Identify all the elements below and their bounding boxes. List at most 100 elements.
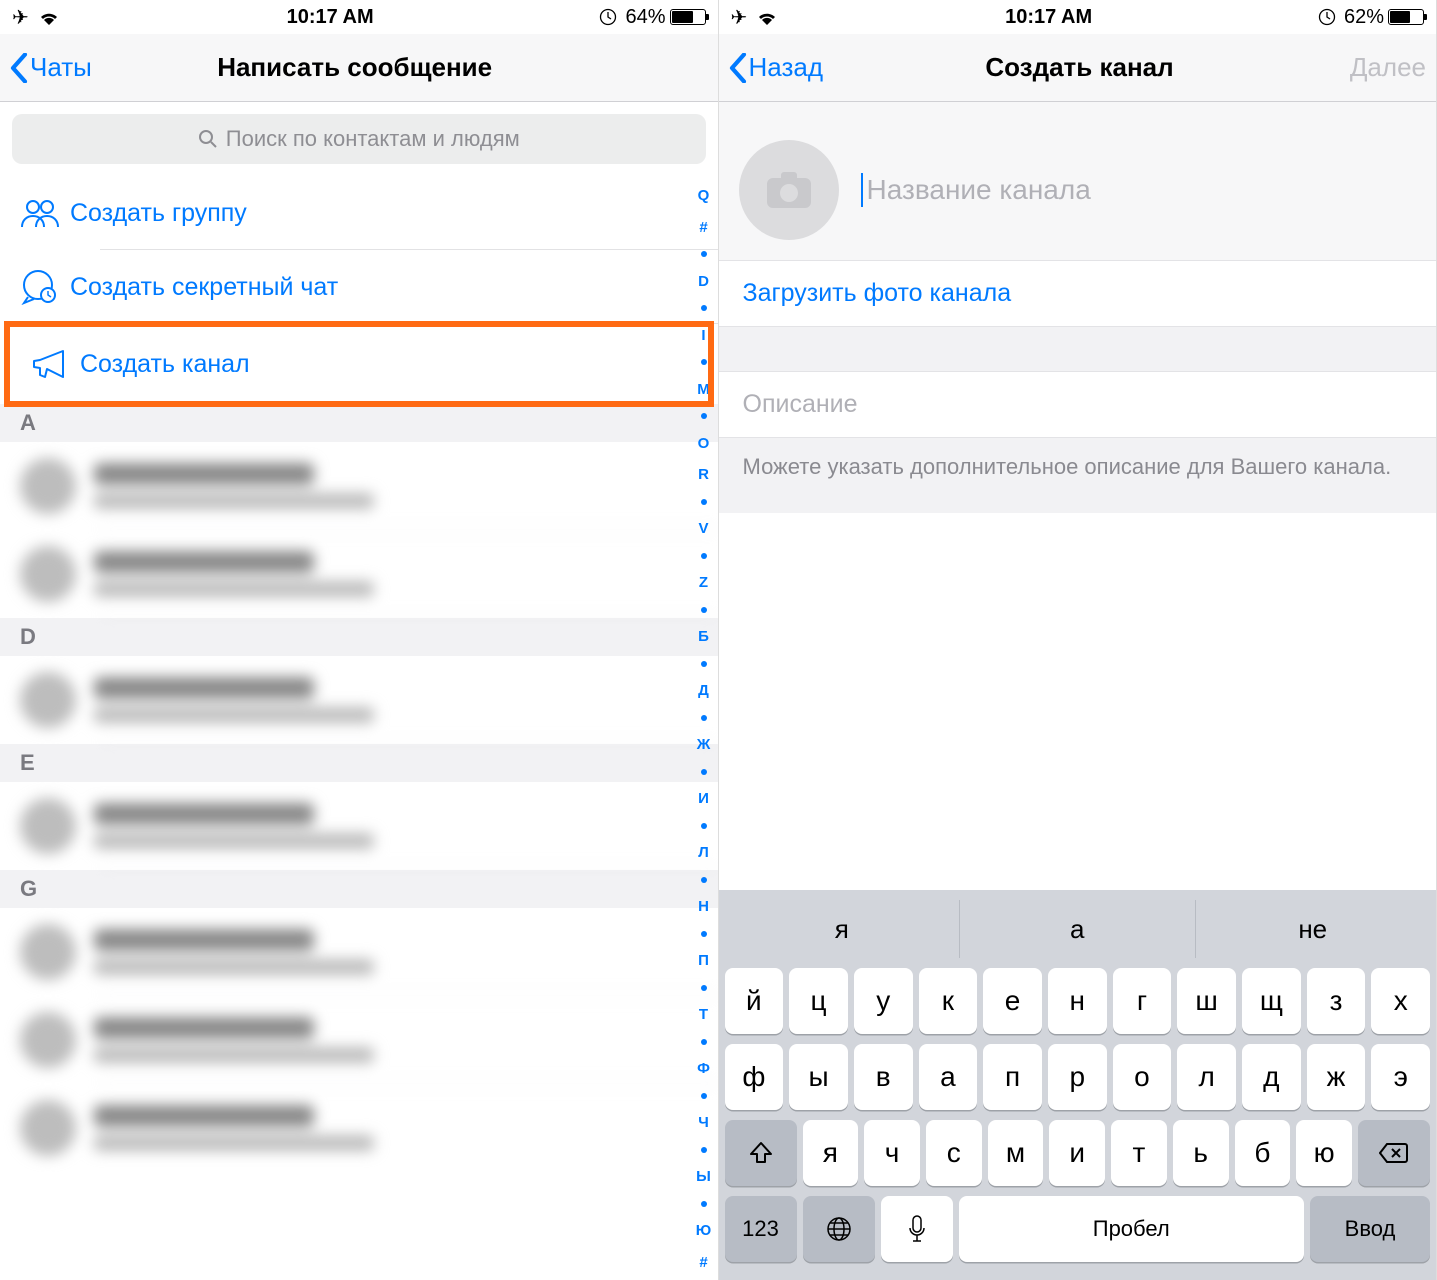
- back-button[interactable]: Назад: [729, 52, 824, 83]
- index-dot[interactable]: [701, 1147, 707, 1153]
- letter-key[interactable]: ц: [789, 968, 848, 1034]
- letter-key[interactable]: п: [983, 1044, 1042, 1110]
- create-secret-chat-row[interactable]: Создать секретный чат: [0, 250, 718, 324]
- channel-name-input[interactable]: Название канала: [861, 173, 1417, 207]
- index-letter[interactable]: #: [699, 1255, 707, 1270]
- numeric-key[interactable]: 123: [725, 1196, 797, 1262]
- suggestion[interactable]: не: [1196, 900, 1431, 958]
- space-key[interactable]: Пробел: [959, 1196, 1305, 1262]
- letter-key[interactable]: э: [1371, 1044, 1430, 1110]
- contact-row[interactable]: [0, 656, 718, 744]
- letter-key[interactable]: щ: [1242, 968, 1301, 1034]
- back-label: Чаты: [30, 52, 92, 83]
- index-letter[interactable]: Ы: [696, 1169, 711, 1184]
- index-dot[interactable]: [701, 1201, 707, 1207]
- index-dot[interactable]: [701, 607, 707, 613]
- contact-row[interactable]: [0, 1084, 718, 1172]
- letter-key[interactable]: у: [854, 968, 913, 1034]
- index-letter[interactable]: R: [698, 467, 709, 482]
- letter-key[interactable]: ю: [1296, 1120, 1352, 1186]
- contact-row[interactable]: [0, 908, 718, 996]
- index-letter[interactable]: Д: [698, 683, 709, 698]
- index-dot[interactable]: [701, 413, 707, 419]
- index-dot[interactable]: [701, 661, 707, 667]
- letter-key[interactable]: в: [854, 1044, 913, 1110]
- index-letter[interactable]: Б: [698, 629, 709, 644]
- letter-key[interactable]: г: [1113, 968, 1172, 1034]
- index-letter[interactable]: V: [698, 521, 708, 536]
- letter-key[interactable]: с: [926, 1120, 982, 1186]
- index-dot[interactable]: [701, 305, 707, 311]
- index-letter[interactable]: П: [698, 953, 709, 968]
- contact-row[interactable]: [0, 530, 718, 618]
- letter-key[interactable]: ч: [864, 1120, 920, 1186]
- letter-key[interactable]: т: [1111, 1120, 1167, 1186]
- index-letter[interactable]: Ч: [698, 1115, 709, 1130]
- letter-key[interactable]: л: [1177, 1044, 1236, 1110]
- index-dot[interactable]: [701, 251, 707, 257]
- index-dot[interactable]: [701, 877, 707, 883]
- letter-key[interactable]: о: [1113, 1044, 1172, 1110]
- index-dot[interactable]: [701, 1039, 707, 1045]
- airplane-icon: ✈: [731, 5, 748, 30]
- index-letter[interactable]: Т: [699, 1007, 708, 1022]
- enter-key[interactable]: Ввод: [1310, 1196, 1430, 1262]
- letter-key[interactable]: ш: [1177, 968, 1236, 1034]
- index-letter[interactable]: Z: [699, 575, 708, 590]
- channel-photo-button[interactable]: [739, 140, 839, 240]
- action-label: Создать канал: [80, 350, 688, 379]
- index-letter[interactable]: O: [698, 436, 710, 451]
- index-letter[interactable]: D: [698, 274, 709, 289]
- index-dot[interactable]: [701, 769, 707, 775]
- suggestion[interactable]: я: [725, 900, 961, 958]
- shift-key[interactable]: [725, 1120, 797, 1186]
- index-letter[interactable]: Ю: [696, 1223, 711, 1238]
- letter-key[interactable]: и: [1049, 1120, 1105, 1186]
- letter-key[interactable]: й: [725, 968, 784, 1034]
- index-letter[interactable]: #: [699, 220, 707, 235]
- index-letter[interactable]: Ж: [697, 737, 711, 752]
- section-header: D: [0, 618, 718, 656]
- suggestion[interactable]: а: [960, 900, 1196, 958]
- upload-photo-button[interactable]: Загрузить фото канала: [719, 260, 1437, 327]
- letter-key[interactable]: ь: [1173, 1120, 1229, 1186]
- letter-key[interactable]: м: [988, 1120, 1044, 1186]
- contact-row[interactable]: [0, 996, 718, 1084]
- letter-key[interactable]: я: [803, 1120, 859, 1186]
- index-dot[interactable]: [701, 499, 707, 505]
- letter-key[interactable]: е: [983, 968, 1042, 1034]
- index-letter[interactable]: Л: [698, 845, 709, 860]
- globe-key[interactable]: [803, 1196, 875, 1262]
- index-dot[interactable]: [701, 553, 707, 559]
- back-button[interactable]: Чаты: [10, 52, 92, 83]
- index-dot[interactable]: [701, 1093, 707, 1099]
- index-dot[interactable]: [701, 931, 707, 937]
- index-dot[interactable]: [701, 823, 707, 829]
- letter-key[interactable]: х: [1371, 968, 1430, 1034]
- letter-key[interactable]: ф: [725, 1044, 784, 1110]
- letter-key[interactable]: а: [919, 1044, 978, 1110]
- contact-row[interactable]: [0, 782, 718, 870]
- index-dot[interactable]: [701, 715, 707, 721]
- letter-key[interactable]: н: [1048, 968, 1107, 1034]
- index-letter[interactable]: Н: [698, 899, 709, 914]
- letter-key[interactable]: з: [1307, 968, 1366, 1034]
- contact-row[interactable]: [0, 442, 718, 530]
- create-group-row[interactable]: Создать группу: [0, 176, 718, 250]
- letter-key[interactable]: ы: [789, 1044, 848, 1110]
- backspace-key[interactable]: [1358, 1120, 1430, 1186]
- index-dot[interactable]: [701, 985, 707, 991]
- letter-key[interactable]: б: [1235, 1120, 1291, 1186]
- create-channel-row[interactable]: Создать канал: [10, 327, 708, 401]
- index-letter[interactable]: Q: [698, 188, 710, 203]
- mic-key[interactable]: [881, 1196, 953, 1262]
- search-input[interactable]: Поиск по контактам и людям: [12, 114, 706, 164]
- letter-key[interactable]: ж: [1307, 1044, 1366, 1110]
- channel-description-input[interactable]: Описание: [719, 371, 1437, 438]
- index-letter[interactable]: И: [698, 791, 709, 806]
- index-letter[interactable]: Ф: [697, 1061, 710, 1076]
- letter-key[interactable]: д: [1242, 1044, 1301, 1110]
- letter-key[interactable]: р: [1048, 1044, 1107, 1110]
- next-button[interactable]: Далее: [1336, 52, 1426, 83]
- letter-key[interactable]: к: [919, 968, 978, 1034]
